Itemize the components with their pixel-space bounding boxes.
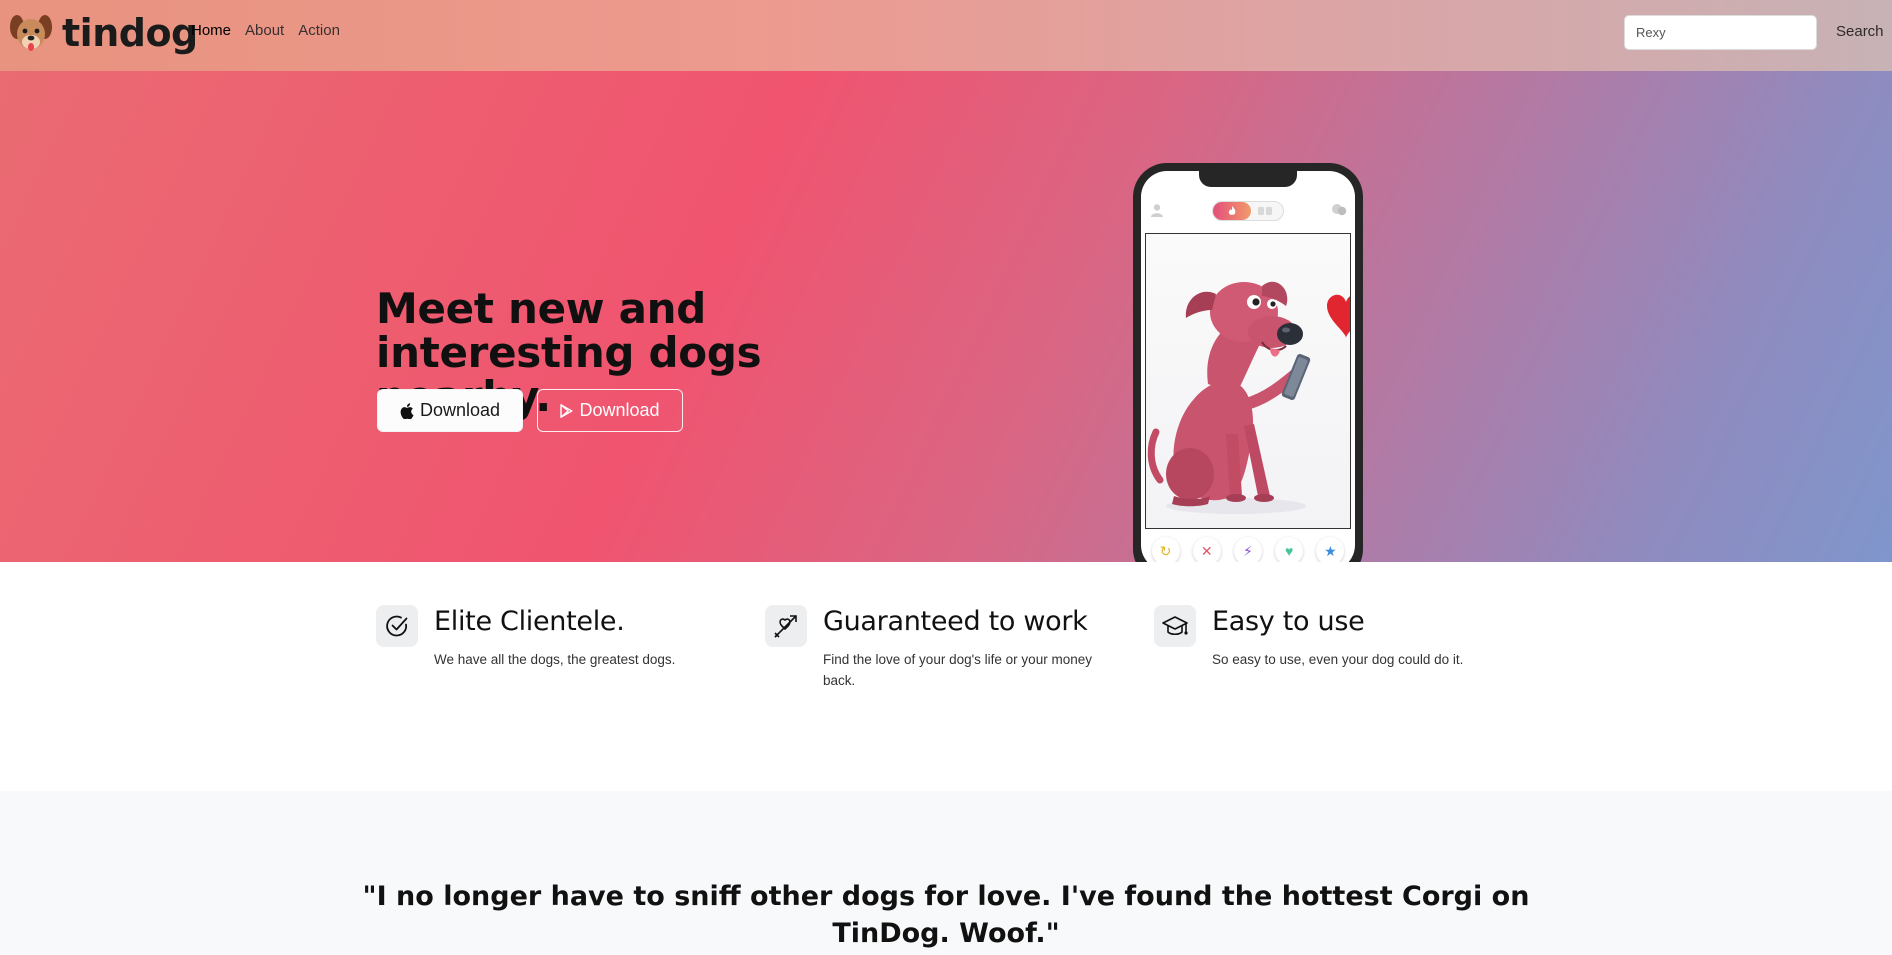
navbar: tindog Home About Action Search xyxy=(0,0,1892,71)
flame-tab xyxy=(1213,202,1251,220)
download-apple-label: Download xyxy=(419,400,501,420)
feature-text: So easy to use, even your dog could do i… xyxy=(1212,652,1464,667)
phone-screen: ↻ ✕ ⚡ ♥ ★ xyxy=(1141,171,1355,562)
rewind-icon[interactable]: ↻ xyxy=(1151,537,1180,562)
pink-dog-illustration xyxy=(1147,281,1350,514)
nav-item-about[interactable]: About xyxy=(245,22,284,39)
graduation-cap-icon xyxy=(1162,616,1188,636)
feature-text: Find the love of your dog's life or your… xyxy=(823,652,1092,688)
star-icon[interactable]: ★ xyxy=(1316,537,1345,562)
dog-photo xyxy=(1145,233,1351,529)
testimonial-section: "I no longer have to sniff other dogs fo… xyxy=(0,791,1892,955)
close-icon[interactable]: ✕ xyxy=(1192,537,1221,562)
explore-icon xyxy=(1258,207,1272,215)
download-apple-button[interactable]: Download xyxy=(377,389,523,432)
feature-text: We have all the dogs, the greatest dogs. xyxy=(434,652,676,667)
profile-icon xyxy=(1151,204,1163,217)
feature-title: Elite Clientele. xyxy=(434,606,625,637)
heart-icon[interactable]: ♥ xyxy=(1275,537,1304,562)
heart-arrow-icon-box xyxy=(765,605,807,647)
feature-title: Guaranteed to work xyxy=(823,606,1088,637)
testimonial-quote: "I no longer have to sniff other dogs fo… xyxy=(362,881,1530,949)
phone-action-row: ↻ ✕ ⚡ ♥ ★ xyxy=(1141,537,1355,562)
phone-notch xyxy=(1199,171,1297,187)
nav-item-action[interactable]: Action xyxy=(298,22,340,39)
search-input[interactable] xyxy=(1624,15,1817,50)
graduation-cap-icon-box xyxy=(1154,605,1196,647)
mode-toggle[interactable] xyxy=(1212,201,1284,221)
brand-link[interactable]: tindog xyxy=(8,10,198,56)
brand-name: tindog xyxy=(62,11,198,55)
check-circle-icon-box xyxy=(376,605,418,647)
nav-item-home[interactable]: Home xyxy=(191,22,231,39)
download-play-label: Download xyxy=(579,400,660,420)
chat-icon xyxy=(1332,204,1347,216)
check-circle-icon xyxy=(386,615,408,637)
phone-mockup: ↻ ✕ ⚡ ♥ ★ xyxy=(1133,163,1363,562)
search-button[interactable]: Search xyxy=(1836,23,1884,40)
heart-arrow-icon xyxy=(774,615,797,638)
dog-face-icon xyxy=(10,15,52,51)
feature-title: Easy to use xyxy=(1212,606,1365,637)
hero-section: Meet new and interesting dogs nearby. Do… xyxy=(0,71,1892,562)
download-play-button[interactable]: Download xyxy=(537,389,683,432)
google-play-icon xyxy=(560,403,573,418)
flame-icon xyxy=(1228,206,1236,215)
apple-icon xyxy=(400,402,414,419)
nav-links: Home About Action xyxy=(191,22,340,39)
boost-icon[interactable]: ⚡ xyxy=(1233,537,1262,562)
